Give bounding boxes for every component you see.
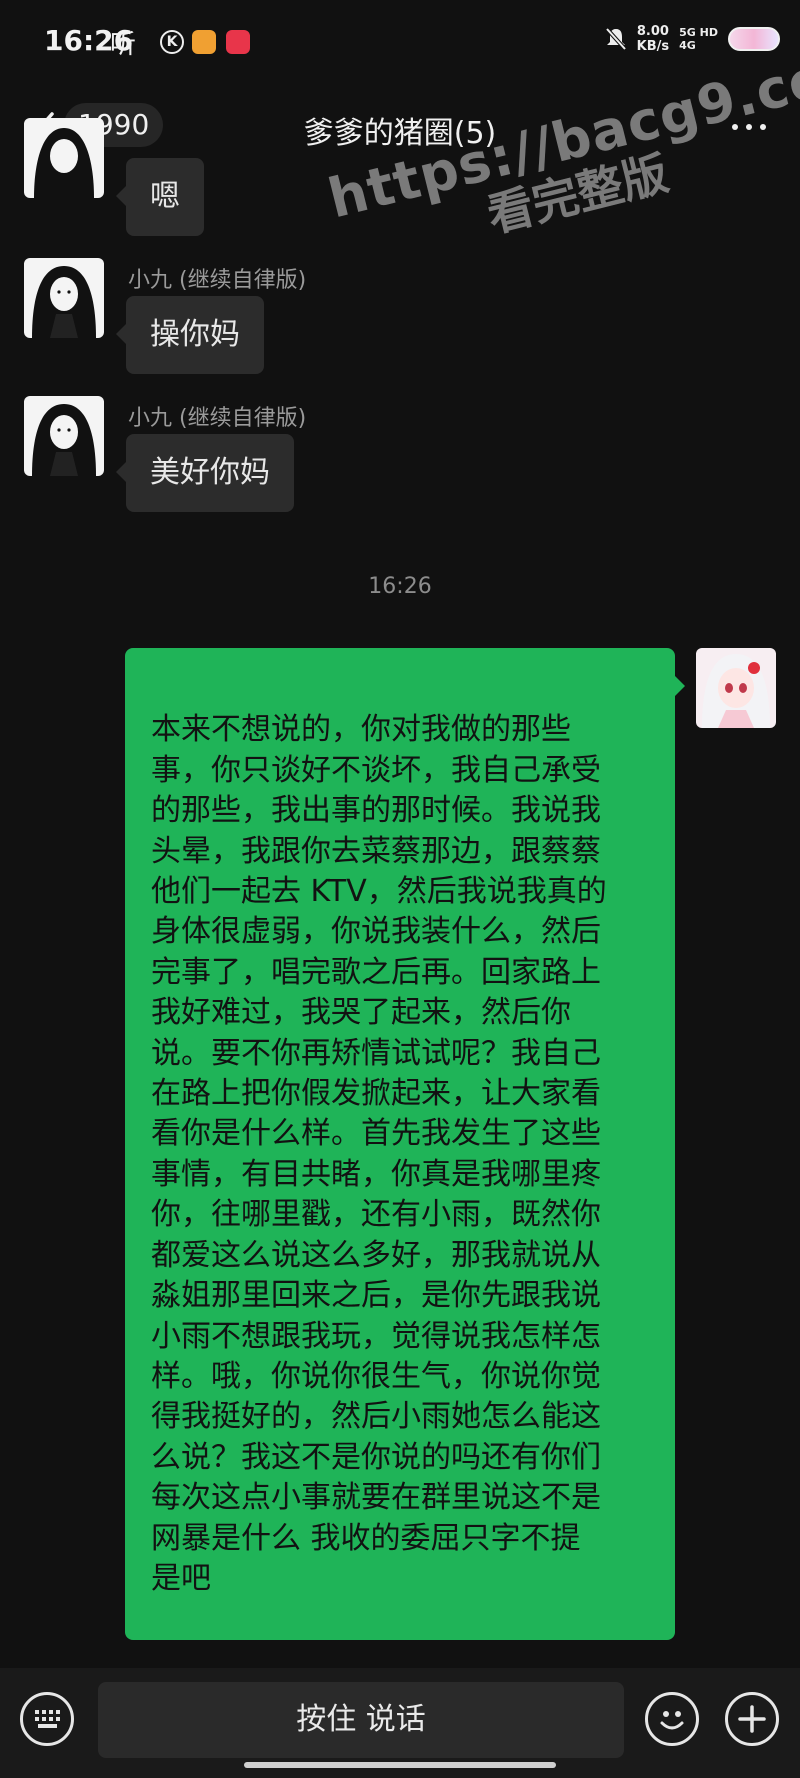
network-type-bottom: 4G bbox=[679, 39, 696, 52]
notification-app-icon bbox=[226, 30, 250, 54]
plus-icon[interactable] bbox=[725, 1692, 779, 1746]
outgoing-message-text: 本来不想说的，你对我做的那些 事，你只谈好不谈坏，我自己承受 的那些，我出事的那… bbox=[151, 712, 607, 1596]
message-text: 美好你妈 bbox=[150, 455, 270, 490]
chat-header: 1990 爹爹的猪圈(5) bbox=[0, 90, 800, 170]
mute-bell-icon bbox=[605, 27, 627, 51]
message-text: 嗯 bbox=[150, 179, 180, 214]
sender-name: 小九 (继续自律版) bbox=[128, 406, 307, 431]
avatar[interactable] bbox=[24, 258, 104, 338]
network-speed-value: 8.00 bbox=[636, 24, 669, 39]
avatar[interactable] bbox=[24, 396, 104, 476]
emoji-icon[interactable] bbox=[645, 1692, 699, 1746]
home-indicator[interactable] bbox=[244, 1762, 556, 1768]
network-type: 5G HD 4G bbox=[679, 26, 718, 52]
avatar[interactable] bbox=[24, 118, 104, 198]
more-dots-icon[interactable] bbox=[732, 124, 766, 130]
sender-name: 小九 (继续自律版) bbox=[128, 268, 307, 293]
battery-icon bbox=[728, 27, 780, 51]
chat-title: 爹爹的猪圈(5) bbox=[303, 116, 497, 151]
network-speed: 8.00 KB/s bbox=[637, 24, 669, 54]
message-bubble[interactable]: 操你妈 bbox=[116, 296, 264, 374]
weibo-app-icon bbox=[192, 30, 216, 54]
message-bubble[interactable]: 嗯 bbox=[116, 158, 204, 236]
time-divider: 16:26 bbox=[368, 574, 432, 599]
outgoing-message-bubble[interactable]: 本来不想说的，你对我做的那些 事，你只谈好不谈坏，我自己承受 的那些，我出事的那… bbox=[125, 648, 685, 1640]
status-listen-label: 听 bbox=[110, 30, 137, 60]
hold-to-talk-button[interactable]: 按住 说话 bbox=[98, 1682, 624, 1758]
message-text: 操你妈 bbox=[150, 317, 240, 352]
message-bubble[interactable]: 美好你妈 bbox=[116, 434, 294, 512]
status-indicators: 8.00 KB/s 5G HD 4G bbox=[605, 24, 780, 54]
network-speed-unit: KB/s bbox=[636, 39, 670, 54]
input-bar: 按住 说话 bbox=[0, 1668, 800, 1778]
keyboard-icon[interactable] bbox=[20, 1692, 74, 1746]
status-bar: 16:26 听 K 8.00 KB/s 5G HD 4G bbox=[0, 0, 800, 84]
my-avatar[interactable] bbox=[696, 648, 776, 728]
network-type-top: 5G HD bbox=[679, 26, 718, 39]
k-app-icon: K bbox=[160, 30, 184, 54]
